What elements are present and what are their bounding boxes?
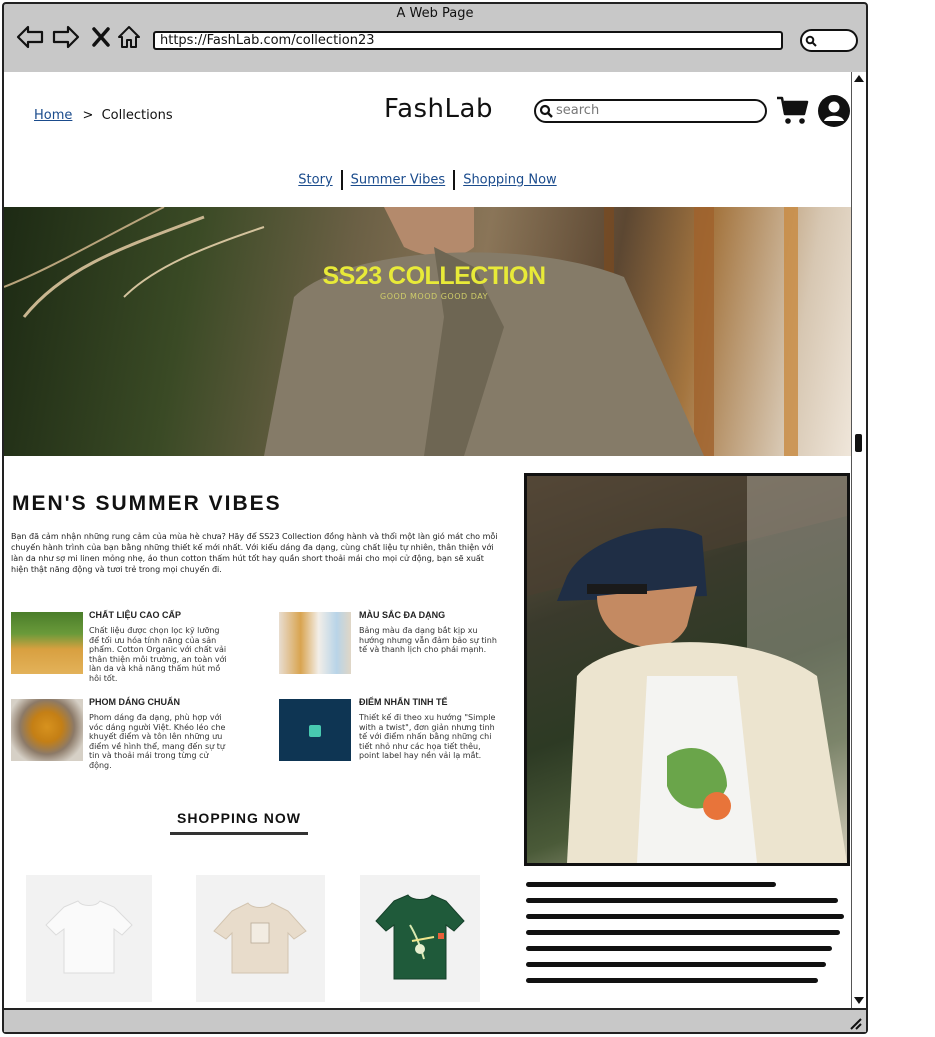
page-viewport: Home > Collections FashLab search Story S…	[4, 72, 851, 1008]
nav-link-summer-vibes[interactable]: Summer Vibes	[351, 173, 446, 188]
breadcrumb-home-link[interactable]: Home	[34, 108, 72, 123]
hero-subtitle: GOOD MOOD GOOD DAY	[380, 292, 488, 301]
breadcrumb-separator: >	[82, 108, 94, 123]
scribble-line	[526, 978, 818, 983]
search-icon	[805, 35, 817, 47]
feature-image-detail	[279, 699, 351, 761]
feature-image-colors	[279, 612, 351, 674]
product-card-green-tee[interactable]	[360, 875, 480, 1002]
scroll-up-icon[interactable]	[853, 73, 865, 83]
browser-search-field[interactable]	[800, 29, 858, 52]
address-bar[interactable]: https://FashLab.com/collection23	[153, 31, 783, 50]
feature-image-material	[11, 612, 83, 674]
feature-text: Chất liệu được chọn lọc kỹ lưỡng để tối …	[89, 626, 227, 683]
account-icon[interactable]	[817, 94, 851, 128]
scribble-line	[526, 946, 832, 951]
nav-separator	[340, 170, 343, 190]
breadcrumb: Home > Collections	[34, 108, 173, 123]
scribble-line	[526, 898, 838, 903]
section-title: MEN'S SUMMER VIBES	[12, 492, 282, 515]
search-icon	[539, 104, 553, 118]
site-logo[interactable]: FashLab	[384, 94, 493, 124]
feature-title: MÀU SẮC ĐA DẠNG	[359, 610, 446, 620]
scroll-down-icon[interactable]	[853, 996, 865, 1006]
label-patch	[309, 725, 321, 737]
product-card-beige-tee[interactable]	[196, 875, 325, 1002]
shopping-now-heading[interactable]: SHOPPING NOW	[170, 810, 308, 835]
placeholder-text-scribble	[526, 882, 848, 994]
nav-separator	[453, 170, 456, 190]
hero-banner	[4, 207, 851, 456]
scribble-line	[526, 930, 840, 935]
section-nav: Story Summer Vibes Shopping Now	[4, 170, 851, 190]
feature-title: CHẤT LIỆU CAO CẤP	[89, 610, 181, 620]
feature-image-fit	[11, 699, 83, 761]
beige-tshirt-image	[213, 902, 307, 974]
home-icon[interactable]	[114, 22, 144, 52]
forward-icon[interactable]	[51, 22, 81, 52]
section-body: Bạn đã cảm nhận những rung cảm của mùa h…	[11, 532, 498, 574]
scribble-line	[526, 882, 776, 887]
product-card-white-tee[interactable]	[26, 875, 152, 1002]
scribble-line	[526, 914, 844, 919]
status-bar	[4, 1008, 866, 1032]
window-title: A Web Page	[396, 6, 474, 21]
green-tshirt-image	[375, 894, 465, 980]
breadcrumb-current: Collections	[101, 108, 173, 123]
stop-icon[interactable]	[86, 22, 116, 52]
nav-link-shopping-now[interactable]: Shopping Now	[463, 173, 557, 188]
hero-title: SS23 COLLECTION	[322, 262, 546, 290]
feature-text: Phom dáng đa dạng, phù hợp với vóc dáng …	[89, 713, 226, 770]
model-photo	[524, 473, 850, 866]
feature-text: Thiết kế đi theo xu hướng "Simple with a…	[359, 713, 496, 761]
feature-title: ĐIỂM NHẤN TINH TẾ	[359, 697, 448, 707]
search-input[interactable]: search	[534, 99, 767, 123]
resize-grip-icon[interactable]	[848, 1016, 862, 1030]
scribble-line	[526, 962, 826, 967]
hero-photo	[4, 207, 798, 456]
feature-text: Bảng màu đa dạng bắt kịp xu hướng nhưng …	[359, 626, 497, 655]
white-tshirt-image	[45, 900, 133, 974]
cart-icon[interactable]	[776, 96, 810, 126]
scroll-thumb[interactable]	[855, 434, 862, 452]
vertical-scrollbar[interactable]	[851, 72, 866, 1008]
feature-title: PHOM DÁNG CHUẨN	[89, 697, 180, 707]
model-illustration	[527, 476, 847, 863]
nav-link-story[interactable]: Story	[298, 173, 332, 188]
back-icon[interactable]	[15, 22, 45, 52]
